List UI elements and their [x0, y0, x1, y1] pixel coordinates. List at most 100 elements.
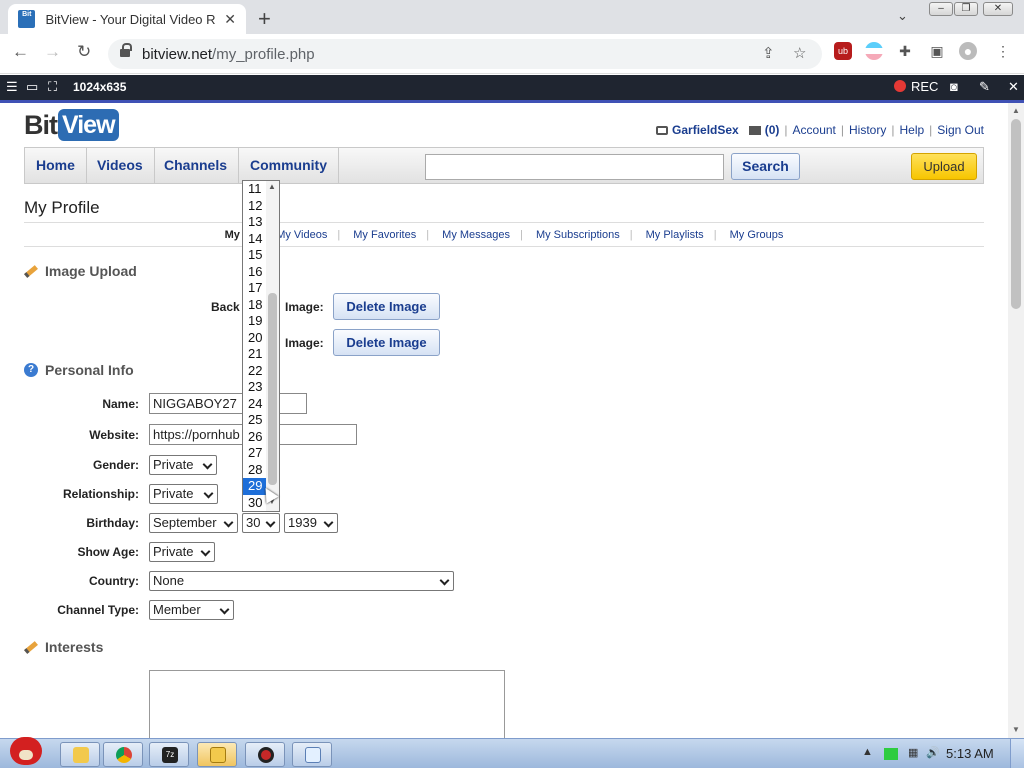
delete-profile-image-button[interactable]: Delete Image [333, 329, 440, 356]
tab-close-icon[interactable]: ✕ [224, 11, 236, 28]
flag-extension-icon[interactable] [865, 42, 883, 60]
scroll-down-icon[interactable]: ▼ [1012, 725, 1020, 734]
nav-community[interactable]: Community [239, 148, 339, 183]
dropdown-option[interactable]: 21 [243, 346, 266, 363]
dropdown-option[interactable]: 19 [243, 313, 266, 330]
back-arrow-icon[interactable]: ← [12, 42, 29, 62]
extensions-puzzle-icon[interactable]: ✚ [896, 42, 914, 60]
dropdown-option[interactable]: 27 [243, 445, 266, 462]
page-scrollbar[interactable]: ▲ ▼ [1008, 103, 1024, 738]
dropdown-option[interactable]: 23 [243, 379, 266, 396]
taskbar-clock[interactable]: 5:13 AM [946, 746, 994, 761]
country-select[interactable]: None [149, 571, 454, 591]
profile-avatar-icon[interactable]: ● [959, 42, 977, 60]
birthday-day-select[interactable]: 30 [242, 513, 280, 533]
restore-window-icon[interactable]: ❐ [954, 2, 978, 16]
gender-select[interactable]: Private [149, 455, 217, 475]
show-desktop-button[interactable] [1010, 739, 1024, 768]
hamburger-menu-icon[interactable]: ☰ [6, 79, 18, 95]
start-button[interactable] [4, 731, 48, 768]
taskbar-7zip-button[interactable]: 7z [149, 742, 189, 767]
dropdown-option[interactable]: 17 [243, 280, 266, 297]
search-input[interactable] [425, 154, 724, 180]
mail-icon[interactable] [748, 125, 761, 135]
region-select-icon[interactable]: ⛶ [48, 79, 57, 95]
minimize-window-icon[interactable]: – [929, 2, 953, 16]
bookmark-star-icon[interactable]: ☆ [793, 44, 806, 62]
search-button[interactable]: Search [731, 153, 800, 180]
subnav-my-groups[interactable]: My Groups [720, 229, 794, 241]
new-tab-icon[interactable]: + [258, 6, 271, 32]
tray-expand-icon[interactable]: ▲ [862, 746, 873, 758]
dropdown-option[interactable]: 11 [243, 181, 266, 198]
menu-kebab-icon[interactable]: ⋮ [994, 42, 1012, 60]
dropdown-option[interactable]: 13 [243, 214, 266, 231]
camera-icon[interactable]: ◙ [950, 79, 958, 94]
account-link[interactable]: Account [793, 123, 836, 137]
sign-out-link[interactable]: Sign Out [937, 123, 984, 137]
history-link[interactable]: History [849, 123, 886, 137]
scroll-up-icon[interactable]: ▲ [1012, 106, 1020, 115]
dropdown-option[interactable]: 20 [243, 330, 266, 347]
name-field[interactable]: NIGGABOY27 [149, 393, 307, 414]
dropdown-option[interactable]: 24 [243, 396, 266, 413]
nav-videos[interactable]: Videos [86, 148, 155, 183]
window-icon[interactable]: ▭ [26, 79, 38, 95]
close-window-icon[interactable]: ✕ [983, 2, 1013, 16]
main-navbar: Home Videos Channels Community Search Up… [24, 147, 984, 184]
taskbar-folder-button[interactable] [60, 742, 100, 767]
dropdown-option[interactable]: 26 [243, 429, 266, 446]
battery-icon[interactable] [884, 748, 898, 760]
show-age-select[interactable]: Private [149, 542, 215, 562]
mail-count-link[interactable]: (0) [765, 123, 780, 137]
dropdown-option[interactable]: 15 [243, 247, 266, 264]
dropdown-option[interactable]: 22 [243, 363, 266, 380]
share-icon[interactable]: ⇪ [762, 44, 775, 62]
scroll-up-icon[interactable]: ▲ [268, 182, 276, 191]
close-recorder-icon[interactable]: ✕ [1008, 79, 1019, 95]
subnav-my-messages[interactable]: My Messages [432, 229, 520, 241]
side-panel-icon[interactable]: ▣ [928, 42, 946, 60]
delete-background-image-button[interactable]: Delete Image [333, 293, 440, 320]
pen-icon[interactable]: ✎ [979, 79, 990, 95]
dropdown-option[interactable]: 14 [243, 231, 266, 248]
nav-home[interactable]: Home [25, 148, 87, 183]
dropdown-scrollbar-thumb[interactable] [268, 293, 277, 485]
taskbar-notepad-button[interactable] [292, 742, 332, 767]
dropdown-option[interactable]: 18 [243, 297, 266, 314]
subnav-my-playlists[interactable]: My Playlists [636, 229, 714, 241]
page-scrollbar-thumb[interactable] [1011, 119, 1021, 309]
upload-button[interactable]: Upload [911, 153, 977, 180]
network-icon[interactable]: ▦ [908, 746, 918, 759]
ublock-extension-icon[interactable]: ub [834, 42, 852, 60]
username-link[interactable]: GarfieldSex [672, 123, 739, 137]
tab-search-chevron-icon[interactable]: ⌄ [897, 8, 908, 24]
help-link[interactable]: Help [899, 123, 924, 137]
dropdown-option[interactable]: 28 [243, 462, 266, 479]
dropdown-option[interactable]: 25 [243, 412, 266, 429]
browser-tab[interactable]: Bit BitView - Your Digital Video Re ✕ [8, 4, 246, 34]
dropdown-option[interactable]: 12 [243, 198, 266, 215]
bitview-logo[interactable]: Bit View [24, 109, 119, 141]
relationship-select[interactable]: Private [149, 484, 218, 504]
birthday-month-select[interactable]: September [149, 513, 238, 533]
volume-icon[interactable]: 🔊 [926, 746, 940, 759]
birthday-day-dropdown[interactable]: 11 12 13 14 15 16 17 18 19 20 21 22 23 24 25 26 27 28 29 30… [242, 180, 280, 512]
address-bar[interactable]: bitview.net/my_profile.php ⇪ ☆ [108, 39, 822, 69]
birthday-year-select[interactable]: 1939 [284, 513, 338, 533]
taskbar-explorer-button[interactable] [197, 742, 237, 767]
record-button[interactable]: REC [894, 79, 938, 94]
profile-image-label: Image: [285, 336, 324, 350]
reload-icon[interactable]: ↻ [77, 42, 91, 62]
subnav-my-favorites[interactable]: My Favorites [343, 229, 426, 241]
channel-type-select[interactable]: Member [149, 600, 234, 620]
taskbar-chrome-button[interactable] [103, 742, 143, 767]
nav-channels[interactable]: Channels [153, 148, 240, 183]
explorer-icon [210, 747, 226, 763]
dropdown-scrollbar[interactable]: ▲ ▼ [266, 181, 279, 511]
taskbar-recorder-button[interactable] [245, 742, 285, 767]
dropdown-option[interactable]: 16 [243, 264, 266, 281]
interests-textarea[interactable] [149, 670, 505, 738]
forward-arrow-icon[interactable]: → [44, 42, 61, 62]
subnav-my-subscriptions[interactable]: My Subscriptions [526, 229, 630, 241]
